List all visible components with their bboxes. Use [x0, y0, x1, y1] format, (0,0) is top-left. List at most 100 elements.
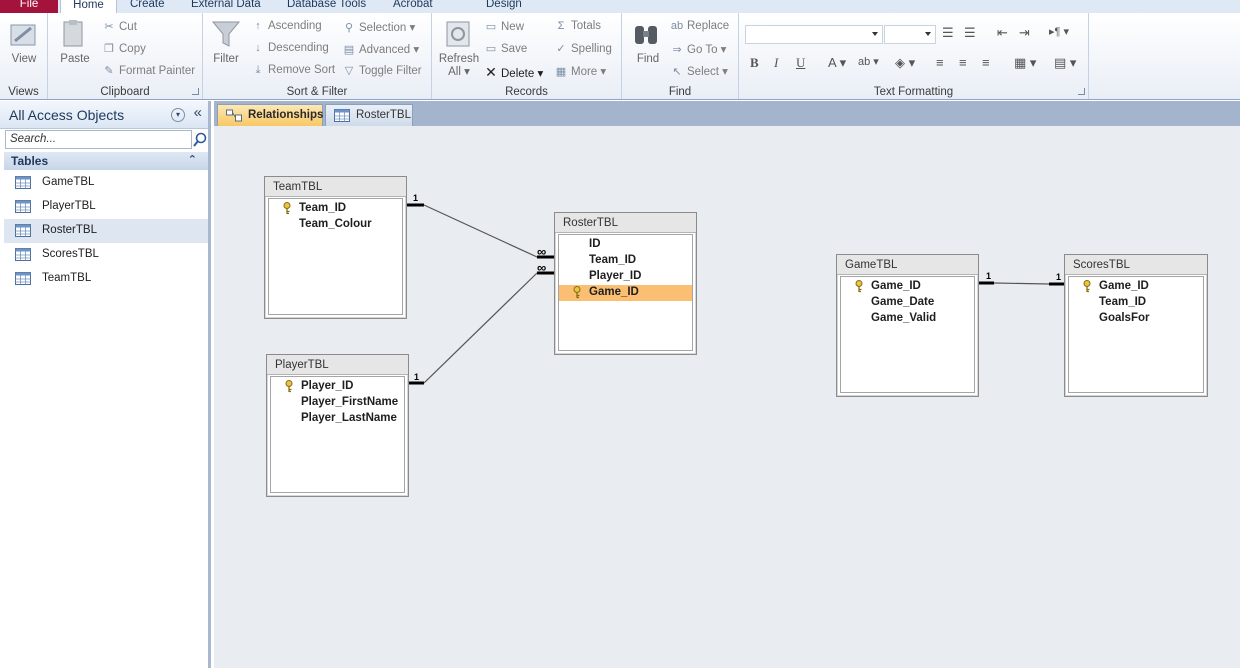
tab-database-tools[interactable]: Database Tools	[279, 0, 374, 13]
field-game-id[interactable]: Game_ID	[559, 285, 692, 301]
table-box-rostertbl[interactable]: RosterTBL ID Team_ID Player_ID Game_ID	[554, 212, 697, 355]
gridlines-icon[interactable]: ▦ ▾	[1014, 55, 1036, 71]
field-team-id[interactable]: Team_ID	[559, 253, 692, 269]
field-team-colour[interactable]: Team_Colour	[269, 217, 402, 233]
field-list[interactable]: Player_ID Player_FirstName Player_LastName	[270, 376, 405, 493]
nav-section-tables[interactable]: Tables ⌃	[4, 152, 208, 170]
clipboard-launcher-icon[interactable]	[192, 88, 199, 95]
relationship-player-roster[interactable]: 1 ∞	[408, 260, 555, 385]
collapse-pane-icon[interactable]: «	[194, 104, 202, 121]
decrease-indent-icon[interactable]: ⇤	[997, 25, 1008, 41]
field-game-id[interactable]: Game_ID	[841, 279, 974, 295]
relationship-game-scores[interactable]: 1 1	[979, 271, 1064, 286]
highlight-color-icon[interactable]: ab ▾	[858, 55, 879, 68]
tab-acrobat[interactable]: Acrobat	[385, 0, 441, 13]
table-box-playertbl[interactable]: PlayerTBL Player_ID Player_FirstName Player…	[266, 354, 409, 497]
nav-item-gametbl[interactable]: GameTBL	[4, 171, 208, 195]
advanced-button[interactable]: ▤ Advanced ▾	[342, 42, 419, 56]
field-goalsfor[interactable]: GoalsFor	[1069, 311, 1203, 327]
align-center-icon[interactable]: ≡	[959, 55, 967, 70]
field-team-id[interactable]: Team_ID	[1069, 295, 1203, 311]
table-title[interactable]: GameTBL	[837, 255, 978, 275]
field-list[interactable]: Team_ID Team_Colour	[268, 198, 403, 315]
doc-tab-rostertbl[interactable]: RosterTBL	[325, 104, 413, 126]
font-name-combo[interactable]	[745, 25, 883, 44]
find-button[interactable]: Find	[628, 53, 668, 65]
align-right-icon[interactable]: ≡	[982, 55, 990, 70]
relationships-canvas[interactable]: 1 ∞ 1 ∞ 1 1 TeamTBL Team_ID Team_Colour Pl…	[214, 126, 1240, 668]
font-color-icon[interactable]: A ▾	[828, 55, 846, 71]
table-title[interactable]: PlayerTBL	[267, 355, 408, 375]
tab-external-data[interactable]: External Data	[183, 0, 269, 13]
table-box-teamtbl[interactable]: TeamTBL Team_ID Team_Colour	[264, 176, 407, 319]
save-record-button[interactable]: ▭ Save	[484, 42, 527, 55]
field-list[interactable]: ID Team_ID Player_ID Game_ID	[558, 234, 693, 351]
numbering-icon[interactable]: ☰	[964, 25, 976, 41]
field-list[interactable]: Game_ID Game_Date Game_Valid	[840, 276, 975, 393]
collapse-section-icon[interactable]: ⌃	[188, 153, 197, 166]
format-painter-button[interactable]: ✎ Format Painter	[102, 64, 195, 77]
copy-button[interactable]: ❐ Copy	[102, 42, 146, 55]
paste-button[interactable]: Paste	[54, 53, 96, 65]
remove-sort-button[interactable]: ⤓ Remove Sort	[251, 64, 336, 77]
nav-title[interactable]: All Access Objects	[9, 107, 124, 123]
bullets-icon[interactable]: ☰	[942, 25, 954, 41]
nav-header[interactable]: All Access Objects ▾ «	[0, 101, 208, 129]
relationship-team-roster[interactable]: 1 ∞	[406, 193, 555, 259]
fill-color-icon[interactable]: ◈ ▾	[895, 55, 915, 71]
alternate-row-color-icon[interactable]: ▤ ▾	[1054, 55, 1076, 71]
italic-button[interactable]: I	[774, 55, 778, 71]
font-size-combo[interactable]	[884, 25, 936, 44]
cut-button[interactable]: ✂ Cut	[102, 20, 137, 33]
table-title[interactable]: TeamTBL	[265, 177, 406, 197]
more-button[interactable]: ▦ More ▾	[554, 64, 606, 78]
field-id[interactable]: ID	[559, 237, 692, 253]
nav-item-scorestbl[interactable]: ScoresTBL	[4, 243, 208, 267]
field-game-valid[interactable]: Game_Valid	[841, 311, 974, 327]
search-icon[interactable]	[192, 131, 208, 148]
nav-item-rostertbl[interactable]: RosterTBL	[4, 219, 208, 243]
paragraph-direction-icon[interactable]: ▸¶ ▾	[1049, 25, 1069, 38]
field-team-id[interactable]: Team_ID	[269, 201, 402, 217]
new-record-button[interactable]: ▭ New	[484, 20, 524, 33]
field-player-firstname[interactable]: Player_FirstName	[271, 395, 404, 411]
field-list[interactable]: Game_ID Team_ID GoalsFor	[1068, 276, 1204, 393]
toggle-filter-button[interactable]: ▽ Toggle Filter	[342, 64, 422, 77]
table-title[interactable]: RosterTBL	[555, 213, 696, 233]
advanced-label: Advanced	[359, 44, 411, 56]
select-button[interactable]: ↖ Select ▾	[670, 64, 728, 78]
doc-tab-relationships[interactable]: Relationships	[217, 104, 323, 126]
tab-home[interactable]: Home	[60, 0, 117, 14]
goto-button[interactable]: ⇒ Go To ▾	[670, 42, 726, 56]
totals-button[interactable]: Σ Totals	[554, 20, 601, 32]
nav-item-playertbl[interactable]: PlayerTBL	[4, 195, 208, 219]
field-player-lastname[interactable]: Player_LastName	[271, 411, 404, 427]
selection-button[interactable]: ⚲ Selection ▾	[342, 20, 415, 34]
ascending-button[interactable]: ↑ Ascending	[251, 20, 321, 32]
nav-item-teamtbl[interactable]: TeamTBL	[4, 267, 208, 291]
refresh-all-button[interactable]: Refresh All ▾	[436, 53, 482, 79]
table-title[interactable]: ScoresTBL	[1065, 255, 1207, 275]
filter-button[interactable]: Filter	[205, 53, 247, 65]
bold-button[interactable]: B	[750, 55, 759, 71]
spelling-button[interactable]: ✓ Spelling	[554, 42, 612, 55]
tab-design[interactable]: Design	[478, 0, 530, 13]
descending-button[interactable]: ↓ Descending	[251, 42, 328, 54]
field-game-date[interactable]: Game_Date	[841, 295, 974, 311]
view-button[interactable]: View	[0, 53, 48, 65]
tab-file[interactable]: File	[0, 0, 58, 13]
table-box-scorestbl[interactable]: ScoresTBL Game_ID Team_ID GoalsFor	[1064, 254, 1208, 397]
nav-search-input[interactable]: Search...	[5, 130, 192, 149]
field-player-id[interactable]: Player_ID	[559, 269, 692, 285]
tab-create[interactable]: Create	[122, 0, 173, 13]
table-box-gametbl[interactable]: GameTBL Game_ID Game_Date Game_Valid	[836, 254, 979, 397]
text-formatting-launcher-icon[interactable]	[1078, 88, 1085, 95]
underline-button[interactable]: U	[796, 55, 805, 71]
increase-indent-icon[interactable]: ⇥	[1019, 25, 1030, 41]
nav-menu-chevron-icon[interactable]: ▾	[171, 108, 185, 122]
replace-button[interactable]: ab Replace	[670, 20, 729, 32]
field-game-id[interactable]: Game_ID	[1069, 279, 1203, 295]
delete-record-button[interactable]: ✕ Delete ▾	[484, 64, 543, 81]
align-left-icon[interactable]: ≡	[936, 55, 944, 70]
field-player-id[interactable]: Player_ID	[271, 379, 404, 395]
